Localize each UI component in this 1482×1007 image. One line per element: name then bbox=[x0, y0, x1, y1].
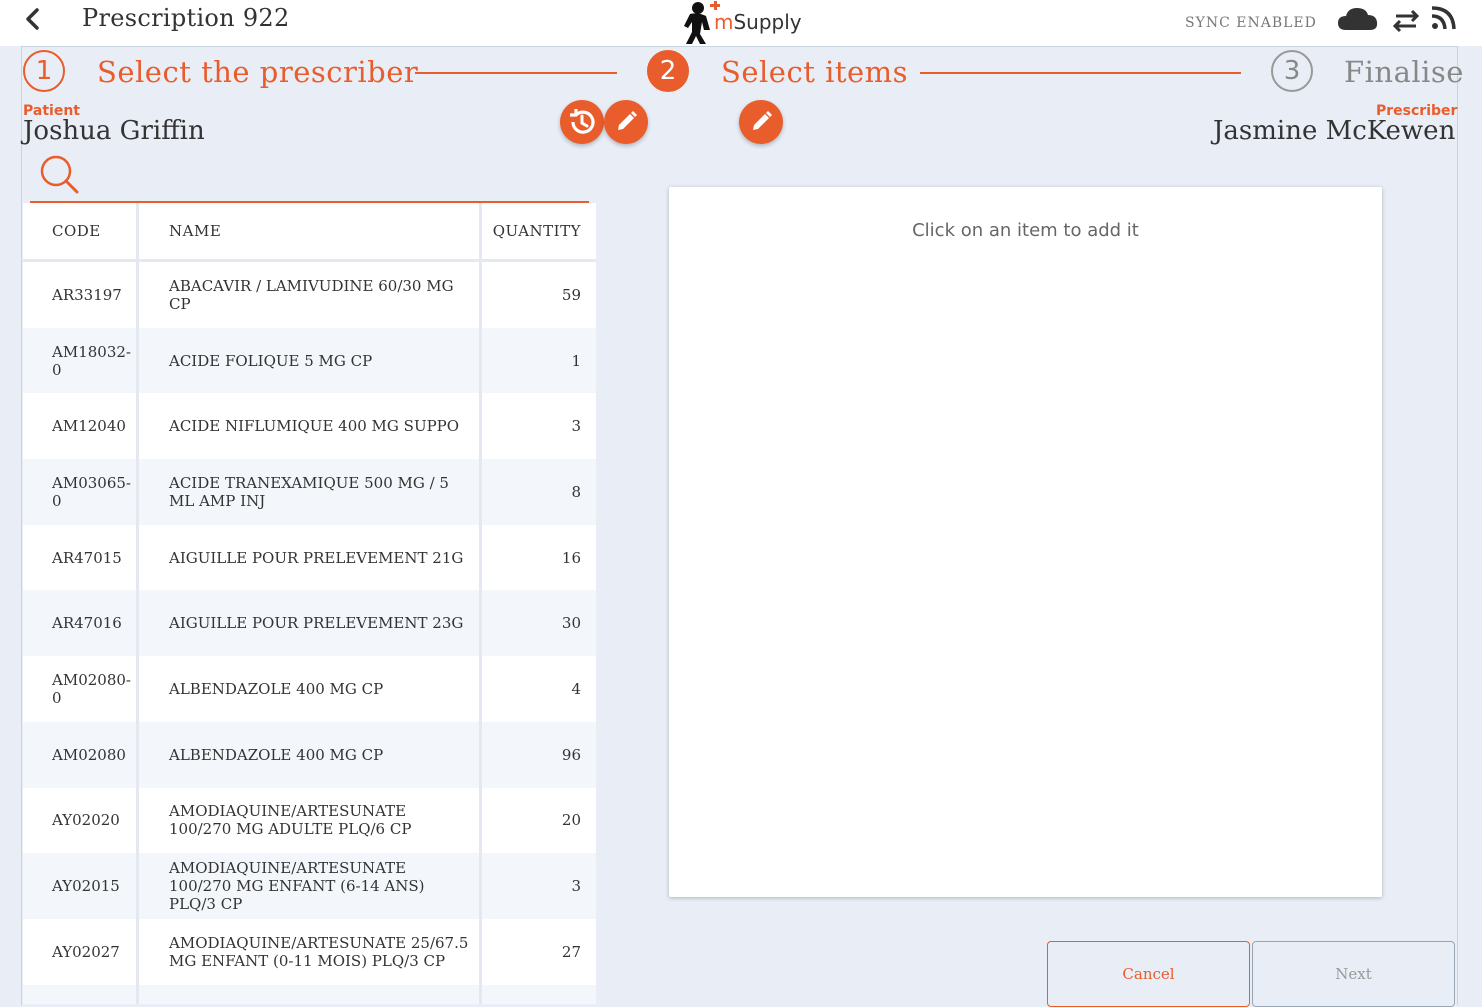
history-icon bbox=[570, 109, 595, 134]
cell-quantity: 8 bbox=[571, 482, 581, 501]
table-row[interactable]: AY02015 AMODIAQUINE/ARTESUNATE 100/270 M… bbox=[23, 853, 596, 919]
pencil-icon bbox=[753, 111, 772, 130]
pencil-icon bbox=[618, 111, 637, 130]
cell-name: ACIDE TRANEXAMIQUE 500 MG / 5 ML AMP INJ bbox=[139, 459, 482, 525]
cell-code: AM02080 bbox=[23, 721, 139, 788]
table-row[interactable]: AM03065-0 ACIDE TRANEXAMIQUE 500 MG / 5 … bbox=[23, 459, 596, 525]
header-name[interactable]: NAME bbox=[139, 203, 482, 259]
back-button[interactable] bbox=[20, 6, 44, 32]
step-1-circle[interactable]: 1 bbox=[23, 50, 65, 92]
cell-quantity: 59 bbox=[561, 285, 581, 304]
logo-text: mSupply bbox=[714, 10, 802, 34]
cell-name: ALBENDAZOLE 400 MG CP bbox=[139, 721, 482, 788]
logo-text-rest: Supply bbox=[733, 10, 802, 34]
cell-quantity bbox=[482, 985, 596, 1004]
cell-name: AMODIAQUINE/ARTESUNATE 100/270 MG ENFANT… bbox=[139, 853, 482, 919]
header-code[interactable]: CODE bbox=[23, 203, 139, 259]
cell-name: AIGUILLE POUR PRELEVEMENT 21G bbox=[139, 524, 482, 591]
cell-code: AY02015 bbox=[23, 853, 139, 919]
step-2-circle[interactable]: 2 bbox=[647, 50, 689, 92]
prescriber-name: Jasmine McKewen bbox=[1213, 116, 1456, 146]
table-row[interactable]: AM12040 ACIDE NIFLUMIQUE 400 MG SUPPO 3 bbox=[23, 393, 596, 460]
cell-code: AR33197 bbox=[23, 262, 139, 328]
cell-quantity: 16 bbox=[561, 548, 581, 567]
cell-code: AY02020 bbox=[23, 787, 139, 854]
sync-arrows-icon[interactable] bbox=[1392, 9, 1420, 33]
step-3-circle[interactable]: 3 bbox=[1271, 50, 1313, 92]
cancel-button[interactable]: Cancel bbox=[1047, 941, 1250, 1007]
step-2-label[interactable]: Select items bbox=[721, 55, 908, 89]
next-button[interactable]: Next bbox=[1252, 941, 1455, 1007]
cell-quantity: 3 bbox=[571, 417, 581, 436]
cell-code: AM03065-0 bbox=[23, 459, 139, 525]
cell-quantity: 3 bbox=[571, 877, 581, 896]
cloud-icon[interactable] bbox=[1338, 8, 1378, 30]
cell-code: AR47015 bbox=[23, 524, 139, 591]
table-row[interactable]: AR47015 AIGUILLE POUR PRELEVEMENT 21G 16 bbox=[23, 524, 596, 591]
step-3-label[interactable]: Finalise bbox=[1344, 55, 1464, 89]
sync-icons bbox=[1336, 2, 1460, 36]
table-row[interactable]: AR33197 ABACAVIR / LAMIVUDINE 60/30 MG C… bbox=[23, 262, 596, 328]
cell-name: ACIDE FOLIQUE 5 MG CP bbox=[139, 327, 482, 394]
cell-code: AM02080-0 bbox=[23, 656, 139, 722]
cell-name: ABACAVIR / LAMIVUDINE 60/30 MG CP bbox=[139, 262, 482, 328]
table-row[interactable]: AM02080 ALBENDAZOLE 400 MG CP 96 bbox=[23, 721, 596, 788]
cell-code: AR47016 bbox=[23, 590, 139, 657]
cell-code bbox=[23, 984, 139, 1004]
table-row[interactable]: AM18032-0 ACIDE FOLIQUE 5 MG CP 1 bbox=[23, 327, 596, 394]
cell-code: AY02027 bbox=[23, 918, 139, 985]
patient-name: Joshua Griffin bbox=[23, 116, 205, 146]
logo-text-m: m bbox=[714, 10, 734, 34]
table-header: CODE NAME QUANTITY bbox=[23, 203, 596, 262]
table-row[interactable]: AY02020 AMODIAQUINE/ARTESUNATE 100/270 M… bbox=[23, 787, 596, 854]
table-row[interactable]: AY02027 AMODIAQUINE/ARTESUNATE 25/67.5 M… bbox=[23, 918, 596, 985]
cell-quantity: 4 bbox=[571, 679, 581, 698]
rss-feed-icon[interactable] bbox=[1431, 6, 1456, 30]
cell-quantity: 27 bbox=[561, 942, 581, 961]
edit-patient-button[interactable] bbox=[604, 100, 648, 144]
cell-name: AMODIAQUINE/ARTESUNATE 25/67.5 MG ENFANT… bbox=[139, 918, 482, 985]
header-quantity[interactable]: QUANTITY bbox=[482, 203, 596, 259]
cell-name: AMODIAQUINE/ARTESUNATE 100/270 MG ADULTE… bbox=[139, 787, 482, 854]
step-1-label[interactable]: Select the prescriber bbox=[97, 55, 418, 89]
cell-name: ACIDE NIFLUMIQUE 400 MG SUPPO bbox=[139, 393, 482, 460]
patient-history-button[interactable] bbox=[560, 100, 604, 144]
table-row[interactable]: AR47016 AIGUILLE POUR PRELEVEMENT 23G 30 bbox=[23, 590, 596, 657]
cell-quantity: 30 bbox=[561, 614, 581, 633]
empty-items-hint: Click on an item to add it bbox=[912, 220, 1139, 241]
top-bar: Prescription 922 mSupply SYNC ENABLED bbox=[0, 0, 1482, 46]
cell-name: ALBENDAZOLE 400 MG CP bbox=[139, 656, 482, 722]
page-title: Prescription 922 bbox=[82, 4, 290, 32]
cell-quantity: 20 bbox=[561, 811, 581, 830]
cell-quantity: 96 bbox=[561, 745, 581, 764]
cell-name: AIGUILLE POUR PRELEVEMENT 23G bbox=[139, 590, 482, 657]
table-row[interactable]: AM02080-0 ALBENDAZOLE 400 MG CP 4 bbox=[23, 656, 596, 722]
edit-prescriber-button[interactable] bbox=[739, 100, 783, 144]
cell-code: AM12040 bbox=[23, 393, 139, 460]
step-connector-1 bbox=[415, 72, 617, 74]
table-body: AR33197 ABACAVIR / LAMIVUDINE 60/30 MG C… bbox=[23, 262, 596, 1004]
selected-items-panel: Click on an item to add it bbox=[669, 187, 1382, 897]
sync-status: SYNC ENABLED bbox=[1185, 15, 1317, 31]
cell-quantity: 1 bbox=[571, 351, 581, 370]
table-row[interactable] bbox=[23, 984, 596, 1004]
cell-name bbox=[139, 984, 482, 1004]
step-connector-2 bbox=[920, 72, 1241, 74]
chevron-left-icon bbox=[26, 8, 39, 30]
cell-code: AM18032-0 bbox=[23, 327, 139, 394]
search-icon[interactable] bbox=[38, 154, 80, 194]
items-table: CODE NAME QUANTITY AR33197 ABACAVIR / LA… bbox=[23, 203, 596, 1004]
